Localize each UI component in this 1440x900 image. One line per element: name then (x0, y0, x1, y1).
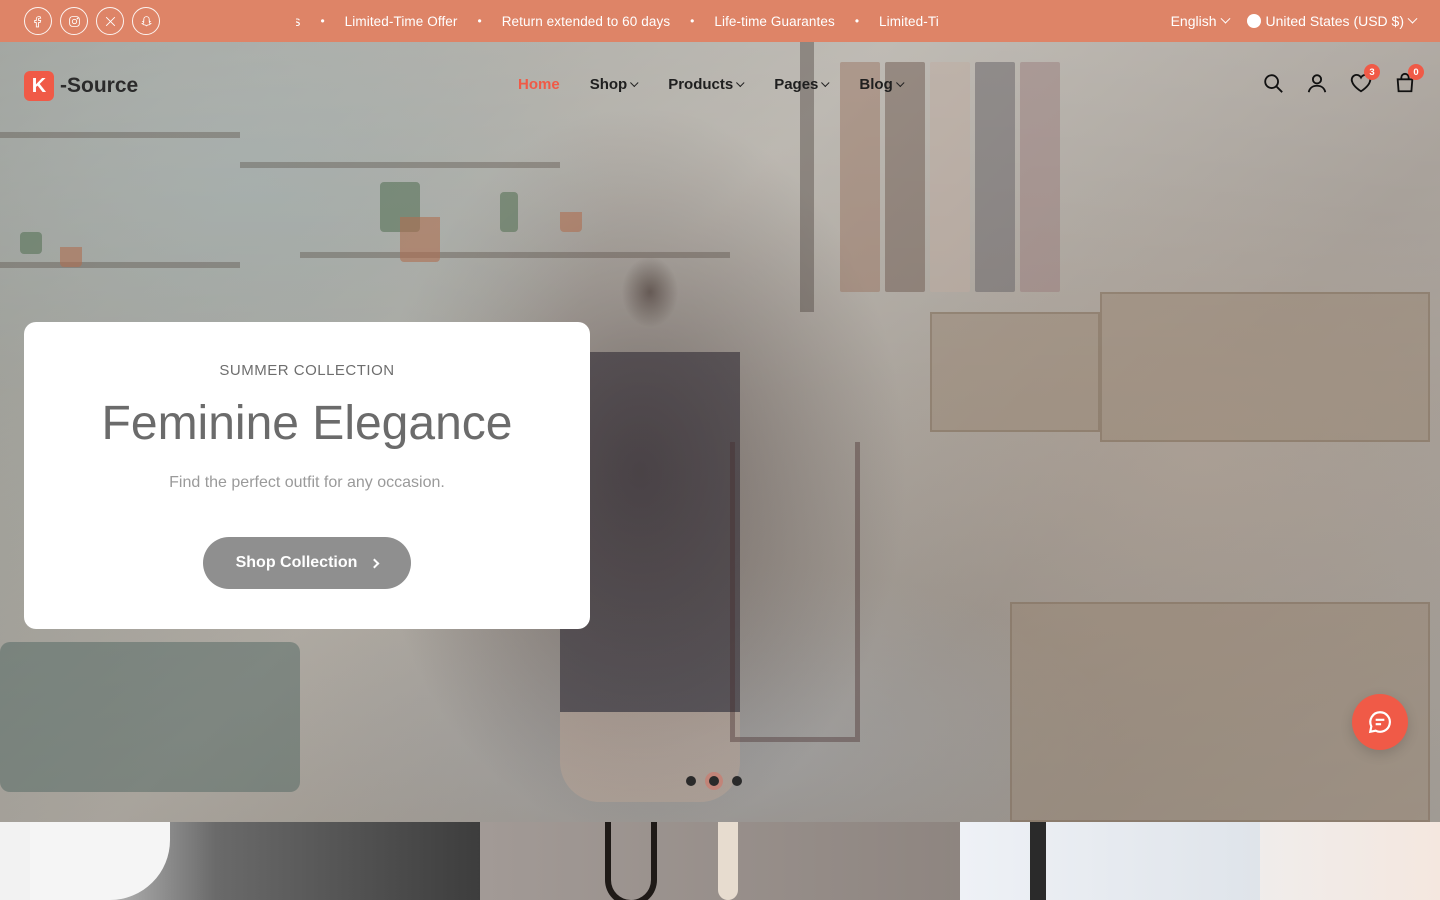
x-link[interactable] (96, 7, 124, 35)
account-button[interactable] (1306, 72, 1328, 94)
nav-label: Blog (859, 76, 893, 93)
nav-item-shop[interactable]: Shop (590, 76, 639, 93)
currency-selector[interactable]: United States (USD $) (1246, 13, 1418, 29)
category-card[interactable] (0, 822, 480, 900)
facebook-icon (33, 15, 41, 27)
logo-text: -Source (60, 74, 139, 97)
slider-dot[interactable] (709, 776, 719, 786)
ticker-item: es (296, 13, 301, 29)
ticker-item: Life-time Guarantes (714, 13, 835, 29)
ticker-track: es • Limited-Time Offer • Return extended to… (296, 14, 939, 29)
social-links (24, 7, 160, 35)
logo-mark: K (24, 71, 54, 101)
facebook-link[interactable] (24, 7, 52, 35)
chevron-down-icon (630, 78, 639, 87)
announcement-bar: es • Limited-Time Offer • Return extended to… (0, 0, 1440, 42)
ticker-separator: • (690, 14, 695, 28)
category-card[interactable] (960, 822, 1440, 900)
hero-eyebrow: SUMMER COLLECTION (219, 362, 395, 379)
language-selector[interactable]: English (1170, 13, 1230, 29)
chevron-down-icon (821, 78, 830, 87)
hero-subtitle: Find the perfect outfit for any occasion… (169, 474, 445, 491)
nav-label: Pages (774, 76, 819, 93)
cta-label: Shop Collection (235, 554, 358, 571)
x-icon (105, 16, 115, 26)
ticker-item: Return extended to 60 days (501, 13, 671, 29)
instagram-icon (68, 15, 80, 27)
chevron-right-icon (369, 558, 380, 568)
wishlist-count-badge: 3 (1364, 64, 1380, 80)
category-grid (0, 822, 1440, 900)
nav-item-products[interactable]: Products (668, 76, 745, 93)
chevron-down-icon (895, 78, 905, 87)
snapchat-icon (140, 15, 152, 26)
nav-item-home[interactable]: Home (518, 76, 560, 93)
slider-dot[interactable] (732, 776, 742, 786)
slider-dot[interactable] (686, 776, 696, 786)
main-nav: Home Shop Products Pages Blog (518, 76, 934, 93)
ticker-item: Limited-Ti (879, 13, 939, 29)
chevron-down-icon (1220, 13, 1230, 24)
cart-count-badge: 0 (1408, 64, 1424, 80)
site-logo[interactable]: K -Source (24, 71, 138, 101)
nav-label: Products (668, 76, 734, 93)
nav-label: Shop (589, 76, 628, 93)
ticker-separator: • (854, 14, 860, 28)
search-icon (1264, 74, 1283, 93)
cart-button[interactable]: 0 (1394, 64, 1424, 94)
language-label: English (1170, 13, 1217, 29)
ticker-separator: • (320, 14, 325, 28)
ticker-item: Limited-Time Offer (344, 13, 458, 29)
wishlist-button[interactable]: 3 (1350, 64, 1380, 94)
header-actions: 3 0 (1262, 64, 1424, 94)
ticker-separator: • (477, 14, 482, 28)
category-card[interactable] (480, 822, 960, 900)
nav-label: Home (518, 76, 560, 93)
nav-item-blog[interactable]: Blog (859, 76, 905, 93)
nav-item-pages[interactable]: Pages (774, 76, 830, 93)
snapchat-link[interactable] (132, 7, 160, 35)
currency-label: United States (USD $) (1265, 13, 1405, 29)
site-header: K -Source Home Shop Products Pages Blog (0, 42, 1440, 126)
chat-icon (1368, 711, 1391, 734)
slider-pagination (686, 776, 742, 786)
search-button[interactable] (1262, 72, 1284, 94)
user-icon (1307, 74, 1327, 93)
shop-collection-button[interactable]: Shop Collection (203, 537, 411, 589)
chevron-down-icon (736, 78, 745, 87)
hero-promo-card: SUMMER COLLECTION Feminine Elegance Find… (24, 322, 590, 629)
instagram-link[interactable] (60, 7, 88, 35)
locale-selectors: English United States (USD $) (1170, 0, 1418, 42)
chat-button[interactable] (1352, 694, 1408, 750)
hero-title: Feminine Elegance (101, 397, 513, 450)
announcement-ticker: es • Limited-Time Offer • Return extended to… (296, 0, 1008, 42)
chevron-down-icon (1407, 13, 1418, 24)
flag-icon (1246, 14, 1261, 28)
